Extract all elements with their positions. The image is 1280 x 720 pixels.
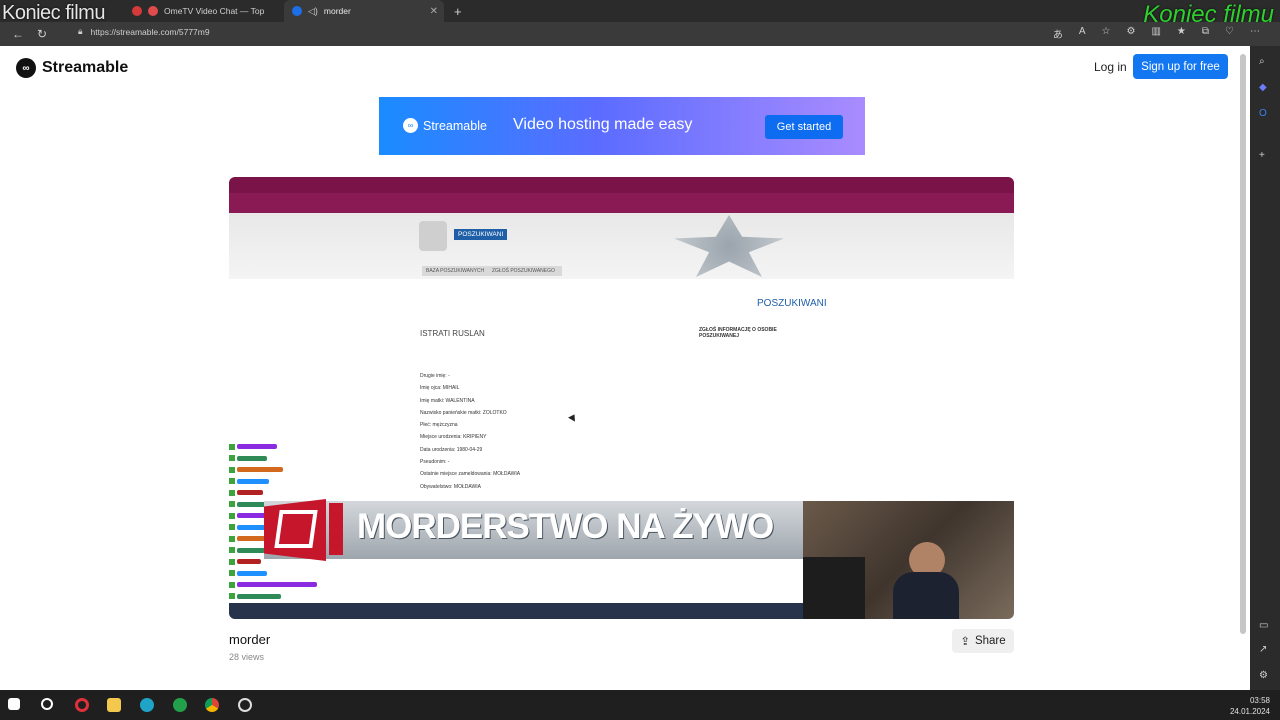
edge-icon[interactable]: [140, 698, 154, 712]
back-icon[interactable]: ←: [6, 27, 30, 41]
banner-logo-text: Streamable: [423, 118, 487, 133]
search-icon[interactable]: ⌕: [1259, 56, 1265, 67]
video-title: morder: [229, 632, 271, 647]
chrome-icon[interactable]: [205, 698, 219, 712]
video-page-field: Imię matki: WALENTINA: [420, 397, 475, 404]
login-link[interactable]: Log in: [1094, 60, 1127, 74]
video-page-field: Miejsce urodzenia: KRIPIENY: [420, 434, 487, 441]
browser-sidebar: ⌕ ◆ O + ▭ ↗ ⚙: [1250, 46, 1280, 690]
video-page-nav: BAZA POSZUKIWANYCH ZGŁOŚ POSZUKIWANEGO: [422, 266, 562, 276]
url-text: https://streamable.com/5777m9: [90, 26, 210, 37]
xbox-icon[interactable]: [173, 698, 187, 712]
tab-ometv[interactable]: OmeTV Video Chat — Top: [124, 0, 282, 22]
video-page-field: Pseudonim: -: [420, 459, 450, 466]
tab-label: morder: [323, 6, 351, 16]
settings-gear-icon[interactable]: ⚙: [1259, 670, 1268, 681]
video-page-heading: ISTRATI RUSLAN: [420, 329, 485, 338]
monitor-silhouette: [803, 557, 865, 619]
video-inner-taskbar: [229, 603, 803, 619]
banner-logo-icon: ∞: [403, 118, 418, 133]
sidebar-panel-icon[interactable]: ▭: [1259, 620, 1268, 631]
translate-icon[interactable]: あ: [1053, 26, 1063, 41]
system-clock[interactable]: 03:58 24.01.2024: [1230, 695, 1270, 717]
favorite-star-icon[interactable]: ☆: [1102, 26, 1111, 41]
get-started-button[interactable]: Get started: [765, 115, 843, 139]
signup-button[interactable]: Sign up for free: [1133, 54, 1228, 79]
close-tab-icon[interactable]: ✕: [430, 6, 438, 17]
start-icon[interactable]: [8, 698, 20, 710]
banner-logo: ∞ Streamable: [403, 118, 487, 133]
opera-icon[interactable]: [75, 698, 89, 712]
logo-text: Streamable: [42, 59, 129, 76]
browser-tab-bar: OmeTV Video Chat — Top ◁) morder ✕ +: [0, 0, 1280, 22]
tab-label: OmeTV Video Chat — Top: [164, 6, 265, 16]
page-viewport: ∞ Streamable Log in Sign up for free ∞ S…: [0, 46, 1250, 690]
video-page-field: Płeć: mężczyzna: [420, 422, 458, 429]
url-field[interactable]: 🔒︎ https://streamable.com/5777m9: [78, 26, 210, 37]
search-taskbar-icon[interactable]: [41, 698, 53, 710]
split-screen-icon[interactable]: ▥: [1151, 26, 1160, 41]
clock-date: 24.01.2024: [1229, 707, 1270, 716]
windows-taskbar: 03:58 24.01.2024: [0, 690, 1280, 720]
video-page-side-heading: ZGŁOŚ INFORMACJĘ O OSOBIE POSZUKIWANEJ: [699, 327, 777, 339]
page-scrollbar[interactable]: [1240, 54, 1246, 634]
favorites-icon[interactable]: ★: [1177, 26, 1186, 41]
video-page-field: Nazwisko panieńskie matki: ZOLOTKO: [420, 409, 507, 416]
ometv-favicon-icon: [132, 6, 142, 16]
video-page-header: BAZA POSZUKIWANYCH ZGŁOŚ POSZUKIWANEGO: [229, 213, 1014, 279]
file-explorer-icon[interactable]: [107, 698, 121, 712]
ad-banner[interactable]: ∞ Streamable Video hosting made easy Get…: [379, 97, 865, 155]
streamer-body: [893, 572, 959, 619]
mouse-cursor-icon: [568, 412, 578, 422]
video-page-fields: Drugie imię: - Imię ojca: MIHAIL Imię matk…: [420, 373, 520, 496]
video-page-field: Data urodzenia: 1980-04-29: [420, 446, 483, 453]
video-page-field: Ostatnie miejsce zameldowania: MOŁDAWIA: [420, 471, 521, 478]
collections-icon[interactable]: ⧉: [1202, 26, 1209, 41]
overlay-title: MORDERSTWO NA ŻYWO: [357, 507, 774, 546]
tab-morder[interactable]: ◁) morder ✕: [284, 0, 444, 22]
video-browser-addressbar: [229, 193, 1014, 213]
video-page-field: Imię ojca: MIHAIL: [420, 385, 460, 392]
video-page-field: Drugie imię: -: [420, 373, 450, 379]
outlook-icon[interactable]: O: [1259, 108, 1267, 119]
browser-address-bar: ← ↻ 🔒︎ https://streamable.com/5777m9 あ A…: [0, 22, 1280, 46]
title-logo-arrow-icon: [274, 510, 318, 548]
title-accent-bar: [329, 503, 343, 555]
read-aloud-icon[interactable]: A: [1079, 26, 1086, 41]
share-button[interactable]: ⇪ Share: [952, 629, 1014, 653]
browser-toolbar-icons: あ A ☆ ⚙ ▥ ★ ⧉ ♡ ⋯: [1053, 26, 1260, 41]
streamable-favicon-icon: [292, 6, 302, 16]
obs-icon[interactable]: [238, 698, 252, 712]
share-label: Share: [974, 635, 1006, 647]
copilot-icon[interactable]: ◆: [1259, 82, 1267, 93]
new-tab-button[interactable]: +: [446, 0, 466, 22]
video-page-right-heading: POSZUKIWANI: [757, 298, 827, 309]
browser-essentials-icon[interactable]: ♡: [1225, 26, 1234, 41]
video-page-field: Obywatelstwo: MOŁDAWIA: [420, 483, 481, 490]
banner-tagline: Video hosting made easy: [513, 116, 693, 133]
external-link-icon[interactable]: ↗: [1259, 644, 1267, 655]
video-page-badge: POSZUKIWANI: [454, 229, 508, 240]
extensions-icon[interactable]: ⚙: [1127, 26, 1136, 41]
share-icon: ⇪: [960, 636, 970, 648]
recording-icon: [148, 6, 158, 16]
view-count: 28 views: [229, 652, 265, 662]
eagle-emblem-icon: [419, 221, 447, 251]
refresh-icon[interactable]: ↻: [30, 27, 54, 41]
more-menu-icon[interactable]: ⋯: [1250, 26, 1260, 41]
video-player[interactable]: BAZA POSZUKIWANYCH ZGŁOŚ POSZUKIWANEGO P…: [229, 177, 1014, 619]
police-star-icon: [674, 215, 784, 277]
speaker-icon: ◁): [308, 5, 318, 16]
add-sidebar-icon[interactable]: +: [1259, 150, 1265, 161]
streamable-logo[interactable]: ∞ Streamable: [16, 58, 128, 78]
video-browser-tabbar: [229, 177, 1014, 193]
clock-time: 03:58: [1249, 696, 1270, 705]
video-nav-tab-1: BAZA POSZUKIWANYCH: [426, 268, 485, 274]
video-nav-tab-2: ZGŁOŚ POSZUKIWANEGO: [492, 268, 555, 274]
lock-icon: 🔒︎: [78, 26, 83, 36]
streamable-logo-icon: ∞: [16, 58, 36, 78]
